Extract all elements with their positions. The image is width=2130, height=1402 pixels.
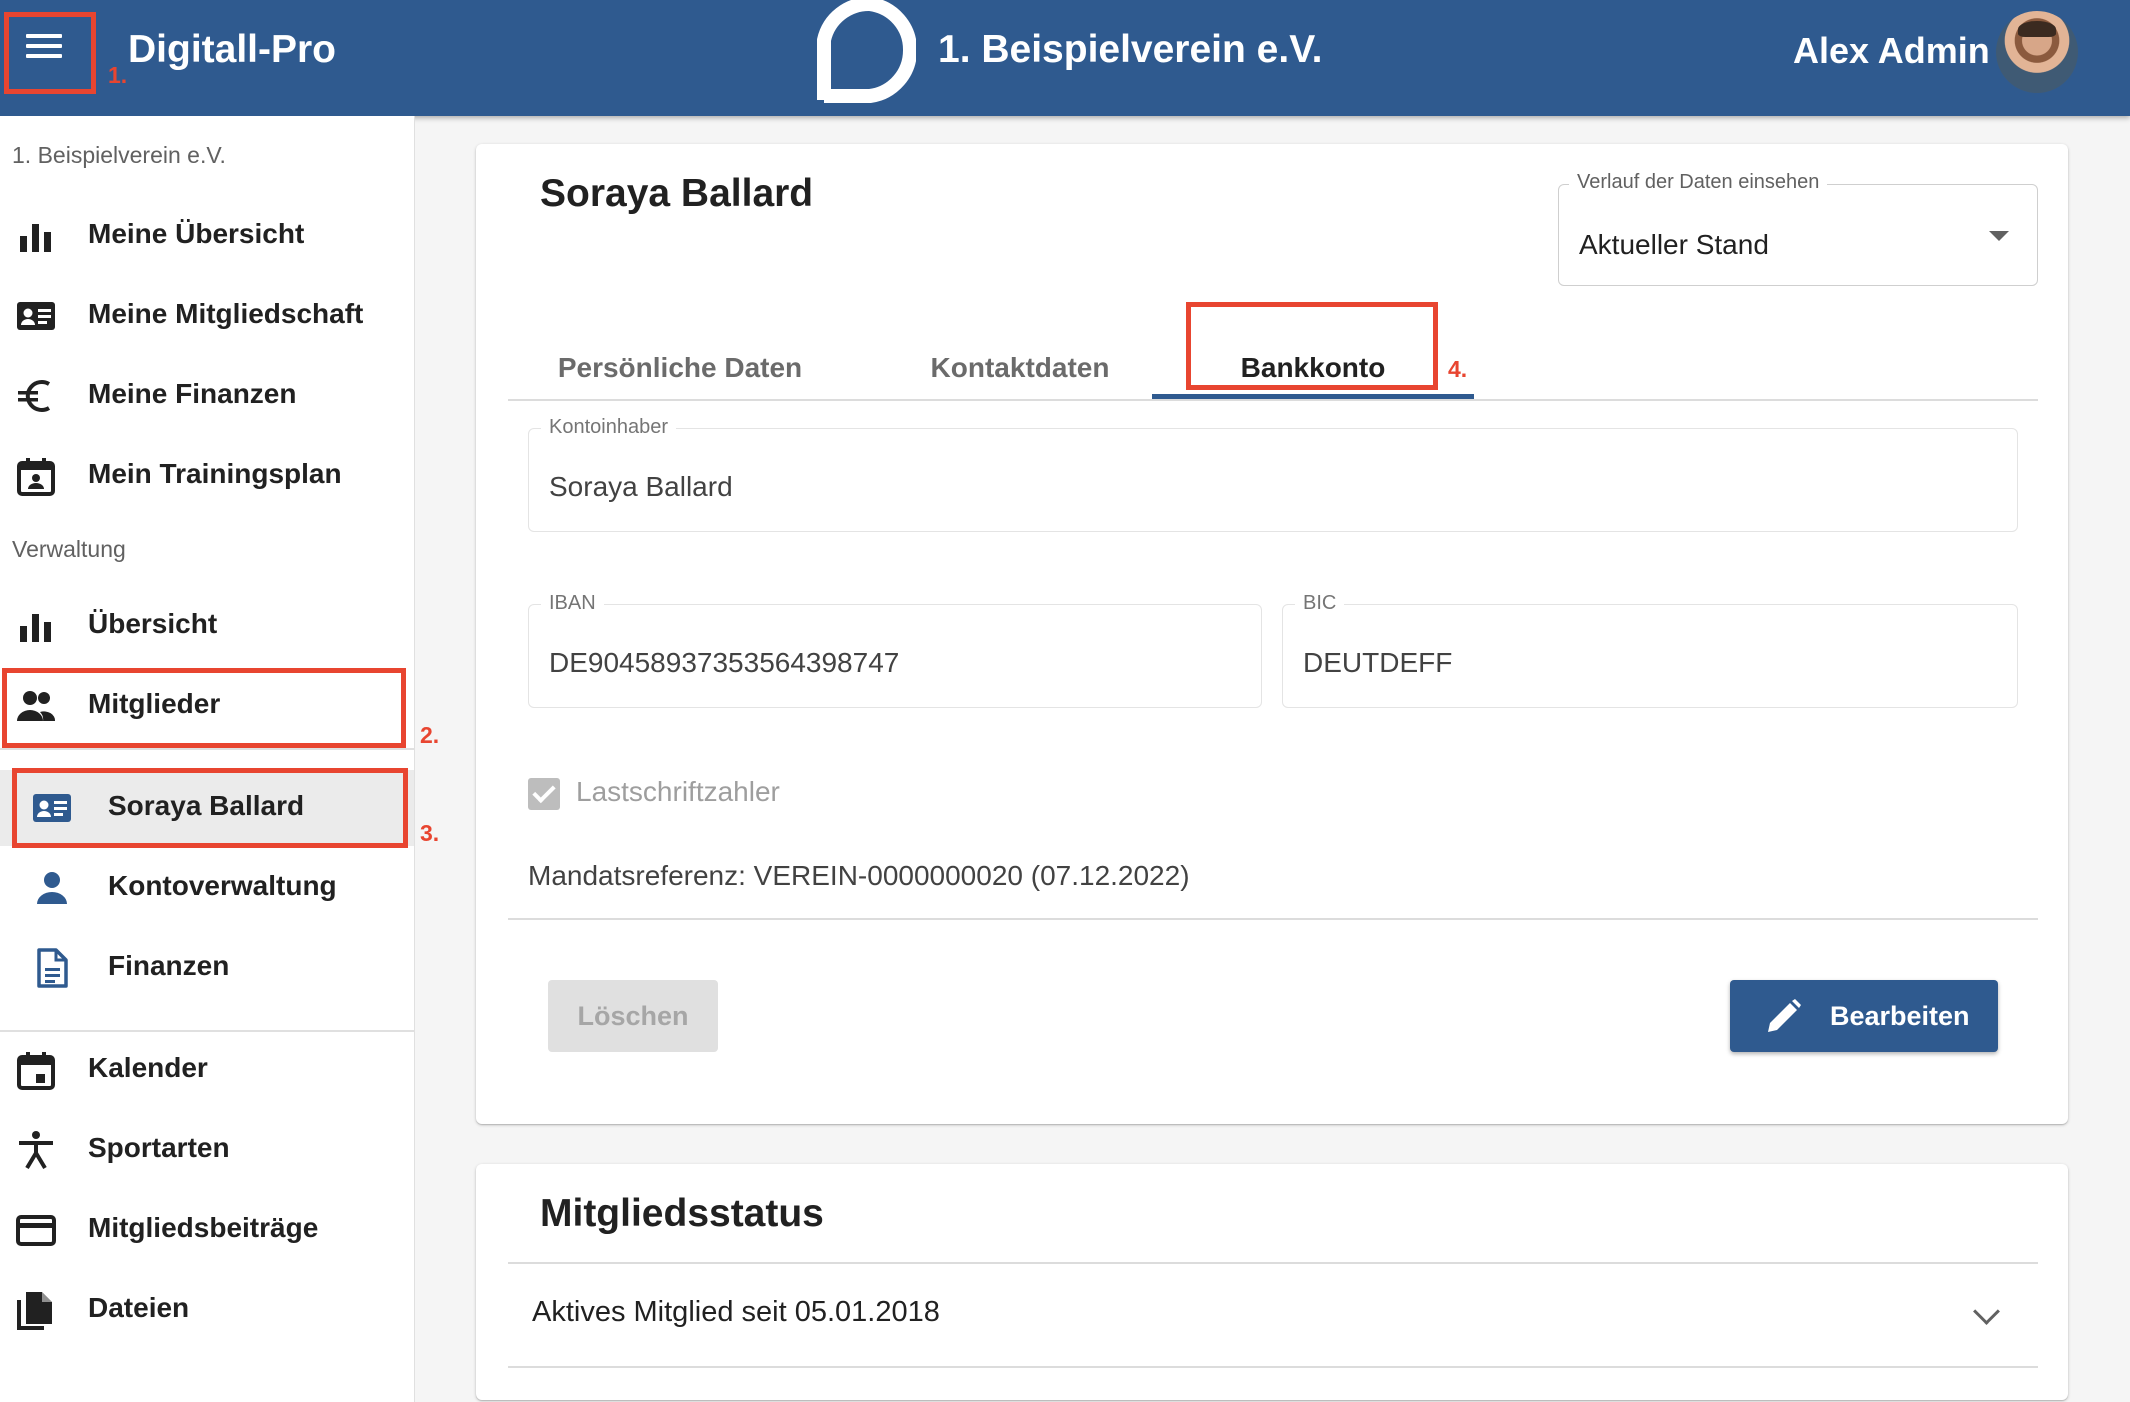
active-tab-indicator xyxy=(1152,394,1474,399)
annotation-number-3: 3. xyxy=(420,820,440,846)
iban-field[interactable]: IBAN DE90458937353564398747 xyxy=(528,592,1262,708)
sidebar-item-meine-finanzen[interactable]: Meine Finanzen xyxy=(0,358,414,434)
sidebar-item-mitglieder[interactable]: Mitglieder xyxy=(0,668,414,744)
tabs-divider xyxy=(508,399,2038,401)
tab-persoenliche-daten[interactable]: Persönliche Daten xyxy=(520,332,840,400)
sidebar-item-label: Sportarten xyxy=(88,1132,230,1163)
mandate-reference: Mandatsreferenz: VEREIN-0000000020 (07.1… xyxy=(528,860,1190,891)
sidebar-item-mein-trainingsplan[interactable]: Mein Trainingsplan xyxy=(0,438,414,514)
club-logo-icon xyxy=(817,0,916,103)
app-header: Digitall-Pro 1. Beispielverein e.V. Alex… xyxy=(0,0,2130,116)
direct-debit-checkbox[interactable] xyxy=(528,778,560,810)
account-holder-field[interactable]: Kontoinhaber Soraya Ballard xyxy=(528,416,2018,532)
credit-card-icon xyxy=(16,1215,56,1246)
iban-value: DE90458937353564398747 xyxy=(549,647,900,678)
sport-icon xyxy=(19,1131,53,1170)
files-icon xyxy=(17,1292,52,1330)
tab-bankkonto[interactable]: Bankkonto xyxy=(1152,332,1474,400)
annotation-number-1: 1. xyxy=(108,62,128,88)
history-select-label: Verlauf der Daten einsehen xyxy=(1569,171,1828,194)
direct-debit-label: Lastschriftzahler xyxy=(576,776,780,807)
account-holder-value: Soraya Ballard xyxy=(549,471,733,502)
history-select-value: Aktueller Stand xyxy=(1579,229,1769,260)
bic-label: BIC xyxy=(1295,592,1345,615)
sidebar-item-label: Soraya Ballard xyxy=(108,790,305,821)
history-select[interactable]: Verlauf der Daten einsehen Aktueller Sta… xyxy=(1558,171,2038,286)
membership-status-row[interactable]: Aktives Mitglied seit 05.01.2018 xyxy=(508,1262,2038,1368)
sidebar-item-label: Übersicht xyxy=(88,608,218,639)
edit-button[interactable]: Bearbeiten xyxy=(1730,980,1998,1052)
iban-label: IBAN xyxy=(541,592,604,615)
account-holder-label: Kontoinhaber xyxy=(541,416,676,439)
id-card-icon xyxy=(33,794,71,822)
sidebar-item-label: Mitgliedsbeiträge xyxy=(88,1212,319,1243)
sidebar: 1. Beispielverein e.V. Meine Übersicht M… xyxy=(0,116,415,1402)
sidebar-item-label: Kalender xyxy=(88,1052,208,1083)
annotation-number-4: 4. xyxy=(1448,356,1468,382)
sidebar-item-dateien[interactable]: Dateien xyxy=(0,1272,414,1348)
calendar-person-icon xyxy=(17,458,55,496)
sidebar-admin-heading: Verwaltung xyxy=(12,536,126,562)
sidebar-item-label: Mitglieder xyxy=(88,688,221,719)
sidebar-item-finanzen[interactable]: Finanzen xyxy=(0,930,414,1006)
edit-button-label: Bearbeiten xyxy=(1830,1001,1970,1031)
sidebar-item-soraya-ballard[interactable]: Soraya Ballard xyxy=(0,770,414,846)
dropdown-arrow-icon xyxy=(1989,231,2009,241)
sidebar-item-meine-mitgliedschaft[interactable]: Meine Mitgliedschaft xyxy=(0,278,414,354)
sidebar-item-label: Kontoverwaltung xyxy=(108,870,337,901)
user-name[interactable]: Alex Admin xyxy=(1793,30,1990,72)
bic-field[interactable]: BIC DEUTDEFF xyxy=(1282,592,2018,708)
sidebar-item-sportarten[interactable]: Sportarten xyxy=(0,1112,414,1188)
sidebar-org-heading: 1. Beispielverein e.V. xyxy=(12,142,226,168)
sidebar-item-kalender[interactable]: Kalender xyxy=(0,1032,414,1108)
member-card: Soraya Ballard Verlauf der Daten einsehe… xyxy=(476,144,2068,1124)
pencil-icon xyxy=(1768,999,1801,1032)
sidebar-item-label: Meine Übersicht xyxy=(88,218,305,249)
sidebar-item-kontoverwaltung[interactable]: Kontoverwaltung xyxy=(0,850,414,926)
card-divider xyxy=(508,918,2038,920)
sidebar-item-mitgliedsbeitraege[interactable]: Mitgliedsbeiträge xyxy=(0,1192,414,1268)
app-title: Digitall-Pro xyxy=(128,28,337,71)
membership-status-title: Mitgliedsstatus xyxy=(540,1192,824,1235)
organization-title: 1. Beispielverein e.V. xyxy=(938,28,1323,71)
sidebar-divider xyxy=(0,748,414,750)
sidebar-item-label: Finanzen xyxy=(108,950,230,981)
people-icon xyxy=(17,691,56,721)
bic-value: DEUTDEFF xyxy=(1303,647,1453,678)
person-icon xyxy=(37,872,67,904)
member-name-title: Soraya Ballard xyxy=(540,172,814,215)
delete-button[interactable]: Löschen xyxy=(548,980,718,1052)
annotation-number-2: 2. xyxy=(420,722,440,748)
membership-status-text: Aktives Mitglied seit 05.01.2018 xyxy=(532,1296,940,1328)
sidebar-item-label: Meine Mitgliedschaft xyxy=(88,298,364,329)
sidebar-item-label: Mein Trainingsplan xyxy=(88,458,342,489)
sidebar-item-label: Meine Finanzen xyxy=(88,378,297,409)
avatar[interactable] xyxy=(1996,11,2078,93)
chevron-down-icon xyxy=(1973,1298,2000,1325)
bar-chart-icon xyxy=(20,614,51,642)
id-card-icon xyxy=(17,302,55,330)
sidebar-item-uebersicht[interactable]: Übersicht xyxy=(0,588,414,664)
bar-chart-icon xyxy=(20,224,51,252)
tab-kontaktdaten[interactable]: Kontaktdaten xyxy=(860,332,1180,400)
sidebar-item-label: Dateien xyxy=(88,1292,190,1323)
document-icon xyxy=(37,948,68,988)
membership-status-card: Mitgliedsstatus Aktives Mitglied seit 05… xyxy=(476,1164,2068,1400)
calendar-icon xyxy=(17,1052,55,1090)
menu-icon[interactable] xyxy=(20,22,68,70)
euro-icon xyxy=(18,380,51,412)
sidebar-item-meine-uebersicht[interactable]: Meine Übersicht xyxy=(0,198,414,274)
